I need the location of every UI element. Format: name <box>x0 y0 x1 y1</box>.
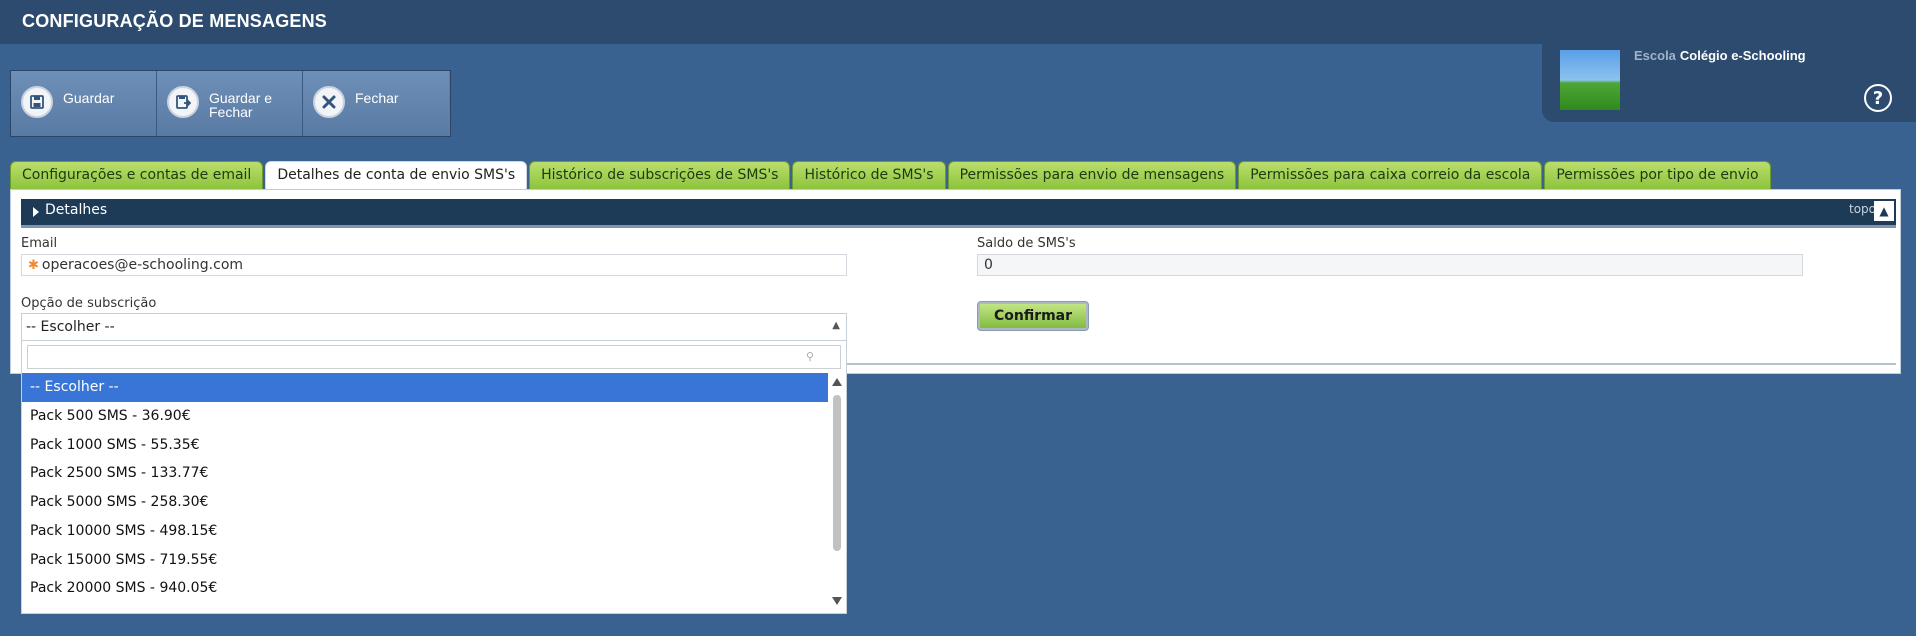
list-item[interactable]: -- Escolher -- <box>22 373 828 402</box>
page-title: CONFIGURAÇÃO DE MENSAGENS <box>22 11 328 31</box>
subscription-selected-value: -- Escolher -- <box>26 319 115 335</box>
list-item[interactable]: Pack 10000 SMS - 498.15€ <box>22 517 828 546</box>
school-panel: Escola Colégio e-Schooling ? <box>1542 44 1916 122</box>
tab-email-config[interactable]: Configurações e contas de email <box>10 161 264 189</box>
close-button-label: Fechar <box>355 90 399 106</box>
scroll-top-icon[interactable]: ▲ <box>1874 201 1894 221</box>
dropdown-search-input[interactable]: ⚲ <box>27 345 841 369</box>
expand-arrow-icon <box>33 207 39 217</box>
scrollbar-thumb[interactable] <box>833 395 841 551</box>
scroll-up-icon[interactable] <box>832 378 842 386</box>
option-list: -- Escolher -- Pack 500 SMS - 36.90€ Pac… <box>22 373 828 603</box>
save-button[interactable]: Guardar <box>11 71 157 136</box>
list-item[interactable]: Pack 2500 SMS - 133.77€ <box>22 459 828 488</box>
list-item[interactable]: Pack 20000 SMS - 940.05€ <box>22 574 828 603</box>
scroll-down-icon[interactable] <box>832 597 842 605</box>
save-and-close-label: Guardar e Fechar <box>209 90 273 120</box>
list-item[interactable]: Pack 500 SMS - 36.90€ <box>22 402 828 431</box>
school-image <box>1560 50 1620 110</box>
sms-balance-label: Saldo de SMS's <box>977 236 1076 251</box>
close-icon <box>313 86 345 118</box>
topo-link[interactable]: topo <box>1849 202 1876 216</box>
save-icon <box>21 86 53 118</box>
help-icon[interactable]: ? <box>1864 84 1892 112</box>
subscription-select[interactable]: -- Escolher -- ▲ <box>21 313 847 341</box>
list-item[interactable]: Pack 15000 SMS - 719.55€ <box>22 546 828 575</box>
tab-sms-subscription-history[interactable]: Histórico de subscrições de SMS's <box>529 161 791 189</box>
subscription-dropdown: ⚲ -- Escolher -- Pack 500 SMS - 36.90€ P… <box>21 341 847 614</box>
close-button[interactable]: Fechar <box>303 71 449 136</box>
email-field[interactable]: ✱ operacoes@e-schooling.com <box>21 254 847 276</box>
save-close-icon <box>167 86 199 118</box>
save-and-close-button[interactable]: Guardar e Fechar <box>157 71 303 136</box>
tab-mailbox-permissions[interactable]: Permissões para caixa correio da escola <box>1238 161 1543 189</box>
search-icon: ⚲ <box>805 350 814 363</box>
tab-sms-account-details[interactable]: Detalhes de conta de envio SMS's <box>265 161 528 189</box>
sms-balance-field[interactable]: 0 <box>977 254 1803 276</box>
sms-balance-value: 0 <box>984 257 993 273</box>
chevron-up-icon: ▲ <box>832 320 840 331</box>
toolbar: Guardar Guardar e Fechar Fechar <box>10 70 451 137</box>
tab-send-type-permissions[interactable]: Permissões por tipo de envio <box>1544 161 1771 189</box>
list-item[interactable]: Pack 5000 SMS - 258.30€ <box>22 488 828 517</box>
tab-bar: Configurações e contas de email Detalhes… <box>10 161 1773 189</box>
school-label: Escola <box>1634 48 1676 63</box>
required-icon: ✱ <box>28 258 39 273</box>
school-name: Colégio e-Schooling <box>1679 48 1806 63</box>
email-value: operacoes@e-schooling.com <box>41 257 244 273</box>
email-label: Email <box>21 236 58 251</box>
top-bar: CONFIGURAÇÃO DE MENSAGENS <box>0 0 1916 44</box>
tab-sms-history[interactable]: Histórico de SMS's <box>792 161 946 189</box>
save-button-label: Guardar <box>63 90 115 106</box>
subscription-label: Opção de subscrição <box>21 296 157 311</box>
school-info: Escola Colégio e-Schooling <box>1634 48 1806 63</box>
section-title: Detalhes <box>45 202 108 218</box>
scrollbar[interactable] <box>830 373 844 611</box>
tab-message-permissions[interactable]: Permissões para envio de mensagens <box>947 161 1237 189</box>
section-header[interactable]: Detalhes topo ▲ <box>21 199 1896 228</box>
list-item[interactable]: Pack 1000 SMS - 55.35€ <box>22 431 828 460</box>
confirm-button[interactable]: Confirmar <box>977 301 1089 331</box>
